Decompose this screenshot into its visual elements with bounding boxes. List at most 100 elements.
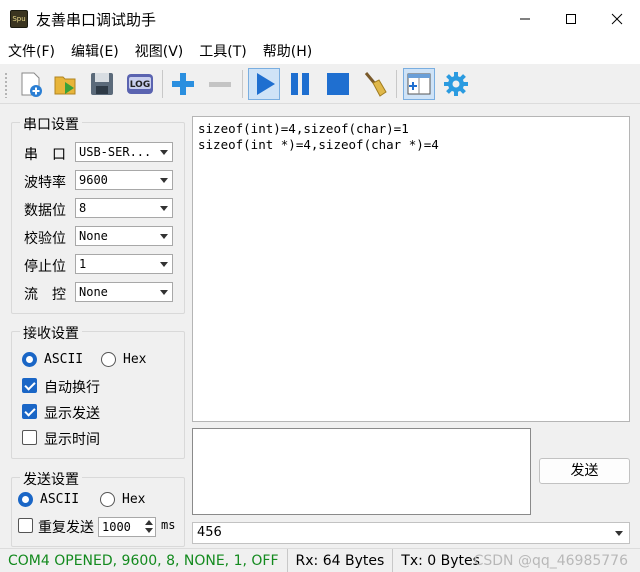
parity-select[interactable]: None [75, 226, 173, 246]
databits-label: 数据位 [24, 203, 66, 219]
chevron-down-icon [160, 234, 168, 239]
chevron-down-icon [160, 290, 168, 295]
baud-select[interactable]: 9600 [75, 170, 173, 190]
close-button[interactable] [594, 0, 640, 38]
serial-settings-title: 串口设置 [20, 114, 82, 134]
toolbar-grip[interactable] [4, 72, 8, 98]
send-button[interactable]: 发送 [539, 458, 630, 484]
port-label: 串 口 [24, 147, 66, 163]
send-history-value: 456 [197, 525, 222, 540]
show-send-label: 显示发送 [44, 406, 100, 422]
pause-icon [291, 73, 309, 95]
send-hex-radio[interactable] [100, 492, 115, 507]
title-bar: Spu 友善串口调试助手 [0, 0, 640, 38]
minus-icon [209, 82, 231, 87]
svg-text:LOG: LOG [130, 80, 150, 90]
pause-button[interactable] [284, 68, 316, 100]
chevron-down-icon [160, 206, 168, 211]
spin-up-icon[interactable] [145, 520, 153, 525]
stop-button[interactable] [322, 68, 354, 100]
receive-textarea[interactable]: sizeof(int)=4,sizeof(char)=1 sizeof(int … [192, 116, 630, 422]
window-title: 友善串口调试助手 [36, 10, 157, 29]
minimize-button[interactable] [502, 0, 548, 38]
menu-edit[interactable]: 编辑(E) [71, 41, 119, 61]
send-hex-label: Hex [122, 492, 146, 507]
menu-file[interactable]: 文件(F) [8, 41, 55, 61]
receive-hex-radio[interactable] [101, 352, 116, 367]
stopbits-label: 停止位 [24, 259, 66, 275]
chevron-down-icon [160, 150, 168, 155]
baud-value: 9600 [79, 173, 108, 187]
send-textarea[interactable] [192, 428, 531, 515]
menu-tools[interactable]: 工具(T) [199, 41, 246, 61]
status-bar: COM4 OPENED, 9600, 8, NONE, 1, OFF Rx: 6… [0, 548, 640, 572]
repeat-send-checkbox[interactable] [18, 518, 33, 533]
save-icon [91, 73, 113, 95]
stopbits-select[interactable]: 1 [75, 254, 173, 274]
gear-icon [444, 72, 468, 96]
app-icon: Spu [10, 10, 28, 28]
show-send-checkbox[interactable] [22, 404, 37, 419]
maximize-button[interactable] [548, 0, 594, 38]
send-history-select[interactable]: 456 [192, 522, 630, 544]
chevron-down-icon [160, 178, 168, 183]
auto-newline-checkbox[interactable] [22, 378, 37, 393]
port-status: COM4 OPENED, 9600, 8, NONE, 1, OFF [0, 548, 288, 572]
show-time-checkbox[interactable] [22, 430, 37, 445]
plus-icon [172, 73, 194, 95]
menu-view[interactable]: 视图(V) [135, 41, 184, 61]
show-time-label: 显示时间 [44, 432, 100, 448]
receive-ascii-label: ASCII [44, 352, 84, 367]
parity-label: 校验位 [24, 231, 66, 247]
play-icon [257, 73, 275, 95]
interval-value: 1000 [102, 520, 131, 534]
rx-count: Rx: 64 Bytes [288, 548, 394, 572]
port-value: USB-SER... [79, 145, 152, 159]
send-ascii-radio[interactable] [18, 492, 33, 507]
maximize-icon [566, 14, 576, 24]
receive-ascii-radio[interactable] [22, 352, 37, 367]
parity-value: None [79, 229, 108, 243]
stop-icon [327, 73, 349, 95]
watermark: CSDN @qq_46985776 [473, 553, 628, 569]
start-button[interactable] [248, 68, 280, 100]
open-button[interactable] [50, 68, 82, 100]
flow-value: None [79, 285, 108, 299]
close-icon [611, 13, 623, 25]
window-toggle-button[interactable] [403, 68, 435, 100]
stopbits-value: 1 [79, 257, 87, 271]
menu-help[interactable]: 帮助(H) [263, 41, 312, 61]
port-select[interactable]: USB-SER... [75, 142, 173, 162]
send-ascii-label: ASCII [40, 492, 80, 507]
flow-select[interactable]: None [75, 282, 173, 302]
toolbar: LOG [0, 64, 640, 104]
spin-down-icon[interactable] [145, 528, 153, 533]
clear-button[interactable] [358, 68, 390, 100]
log-button[interactable]: LOG [124, 68, 156, 100]
add-button[interactable] [167, 68, 199, 100]
auto-newline-label: 自动换行 [44, 380, 100, 396]
send-settings-title: 发送设置 [20, 469, 82, 489]
broom-icon [364, 72, 387, 97]
log-icon: LOG [127, 74, 153, 94]
baud-label: 波特率 [24, 175, 66, 191]
chevron-down-icon [615, 531, 623, 536]
databits-value: 8 [79, 201, 87, 215]
new-button[interactable] [14, 68, 46, 100]
databits-select[interactable]: 8 [75, 198, 173, 218]
save-button[interactable] [86, 68, 118, 100]
open-folder-icon [54, 76, 76, 95]
settings-button[interactable] [440, 68, 472, 100]
window-add-icon [407, 73, 431, 95]
receive-settings-title: 接收设置 [20, 323, 82, 343]
spin-buttons[interactable] [143, 519, 154, 535]
chevron-down-icon [160, 262, 168, 267]
interval-unit: ms [161, 518, 176, 532]
receive-hex-label: Hex [123, 352, 147, 367]
menu-bar: 文件(F) 编辑(E) 视图(V) 工具(T) 帮助(H) [0, 38, 640, 64]
flow-label: 流 控 [24, 287, 66, 303]
repeat-send-label: 重复发送 [38, 520, 94, 536]
remove-button[interactable] [204, 68, 236, 100]
minimize-icon [520, 18, 530, 20]
interval-spinbox[interactable]: 1000 [98, 517, 156, 537]
